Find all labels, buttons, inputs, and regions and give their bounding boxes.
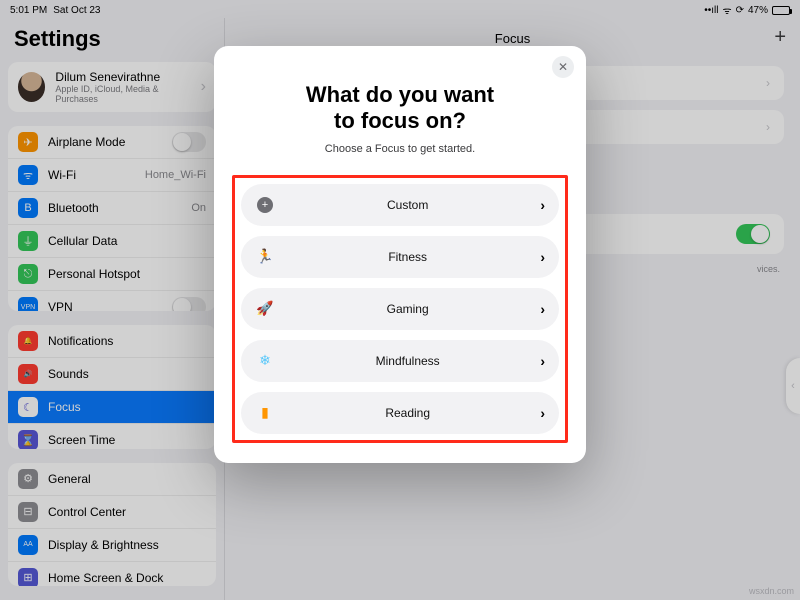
annotation-highlight: +Custom›🏃Fitness›🚀Gaming›❄Mindfulness›▮R… (232, 175, 568, 443)
focus-option-reading[interactable]: ▮Reading› (241, 392, 559, 434)
close-button[interactable]: ✕ (552, 56, 574, 78)
focus-option-fitness[interactable]: 🏃Fitness› (241, 236, 559, 278)
focus-option-mindfulness[interactable]: ❄Mindfulness› (241, 340, 559, 382)
reading-icon: ▮ (255, 403, 275, 423)
fitness-icon: 🏃 (255, 247, 275, 267)
focus-option-label: Gaming (275, 302, 540, 316)
focus-option-gaming[interactable]: 🚀Gaming› (241, 288, 559, 330)
chevron-right-icon: › (540, 301, 545, 317)
modal-backdrop: ✕ What do you want to focus on? Choose a… (0, 0, 800, 600)
chevron-right-icon: › (540, 197, 545, 213)
focus-option-custom[interactable]: +Custom› (241, 184, 559, 226)
focus-option-label: Fitness (275, 250, 540, 264)
gaming-icon: 🚀 (255, 299, 275, 319)
custom-icon: + (255, 195, 275, 215)
focus-picker-modal: ✕ What do you want to focus on? Choose a… (214, 46, 586, 463)
focus-option-label: Mindfulness (275, 354, 540, 368)
watermark: wsxdn.com (749, 586, 794, 596)
focus-option-label: Reading (275, 406, 540, 420)
chevron-right-icon: › (540, 405, 545, 421)
chevron-right-icon: › (540, 353, 545, 369)
focus-option-label: Custom (275, 198, 540, 212)
chevron-right-icon: › (540, 249, 545, 265)
modal-subtitle: Choose a Focus to get started. (232, 143, 568, 155)
mindfulness-icon: ❄ (255, 351, 275, 371)
modal-title: What do you want to focus on? (232, 82, 568, 135)
